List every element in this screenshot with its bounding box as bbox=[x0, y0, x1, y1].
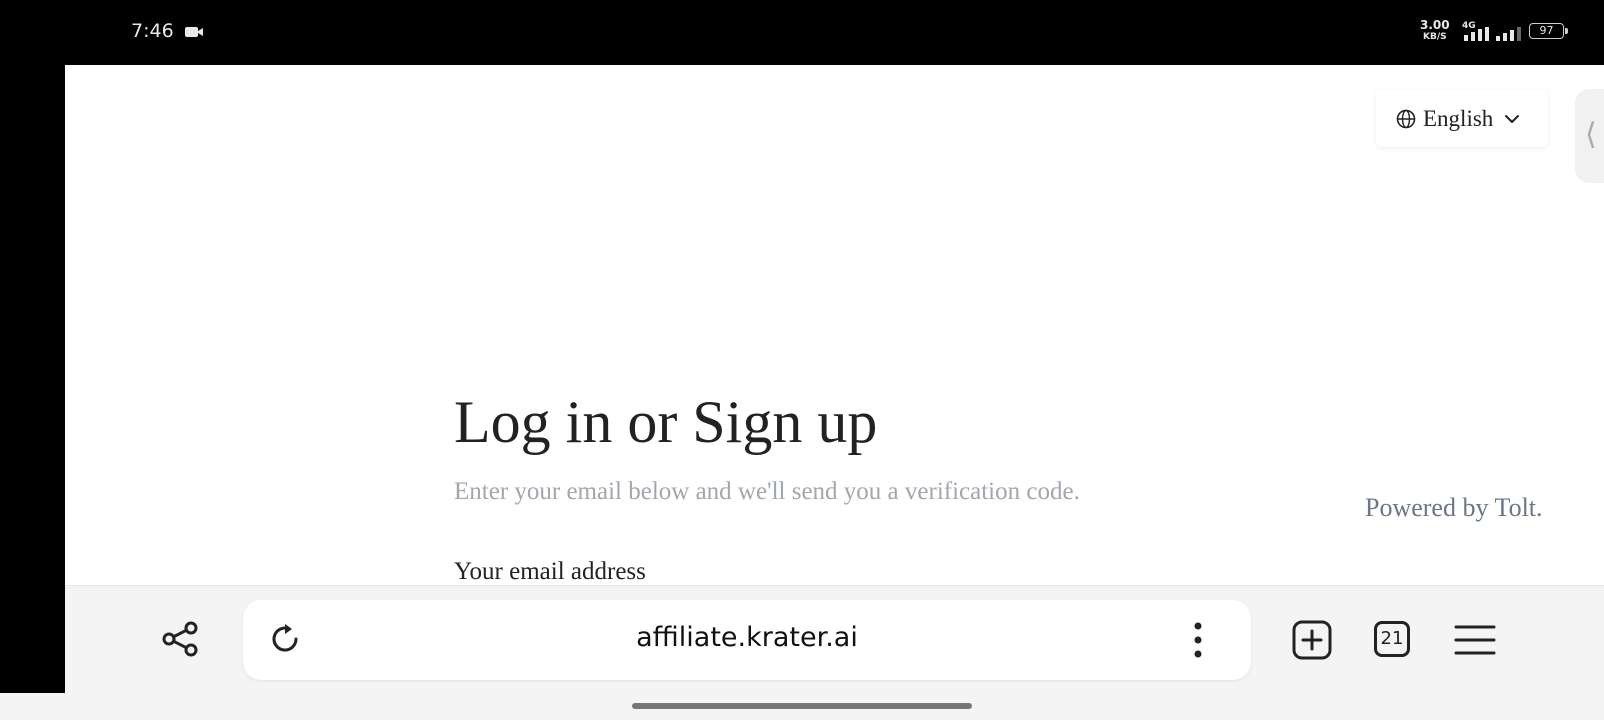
new-tab-icon[interactable] bbox=[1291, 619, 1333, 661]
signal-icon-secondary bbox=[1496, 27, 1521, 41]
network-speed: 3.00 KB/S bbox=[1420, 18, 1450, 42]
side-panel-handle[interactable]: ⟨ bbox=[1575, 89, 1604, 183]
video-camera-icon bbox=[185, 27, 203, 37]
battery-indicator: 97 bbox=[1529, 23, 1568, 39]
web-content: English ⟨ Log in or Sign up Enter your e… bbox=[65, 65, 1604, 585]
signal-icon bbox=[1464, 27, 1489, 41]
home-indicator[interactable] bbox=[632, 703, 972, 709]
network-speed-value: 3.00 bbox=[1420, 18, 1450, 32]
status-bar: 7:46 3.00 KB/S 4G 97 bbox=[0, 0, 1604, 65]
language-selector[interactable]: English bbox=[1376, 90, 1548, 147]
email-field-label: Your email address bbox=[454, 558, 646, 585]
language-label: English bbox=[1423, 105, 1494, 131]
globe-icon bbox=[1396, 109, 1416, 128]
url-text[interactable]: affiliate.krater.ai bbox=[243, 622, 1251, 653]
powered-by-link[interactable]: Powered by Tolt. bbox=[1365, 493, 1543, 523]
browser-toolbar: affiliate.krater.ai 21 bbox=[65, 585, 1604, 693]
share-icon[interactable] bbox=[160, 619, 200, 659]
chevron-down-icon bbox=[1505, 114, 1520, 123]
hamburger-menu-icon[interactable] bbox=[1454, 623, 1496, 657]
page-title: Log in or Sign up bbox=[454, 389, 878, 455]
more-vertical-icon[interactable] bbox=[1183, 620, 1213, 660]
side-handle-icon: ⟨ bbox=[1585, 117, 1597, 152]
tab-switcher-button[interactable]: 21 bbox=[1374, 621, 1410, 657]
page-subtitle: Enter your email below and we'll send yo… bbox=[454, 478, 1080, 505]
network-speed-unit: KB/S bbox=[1423, 32, 1447, 42]
address-bar[interactable]: affiliate.krater.ai bbox=[243, 600, 1251, 680]
status-time: 7:46 bbox=[131, 20, 174, 42]
left-system-bar bbox=[0, 65, 65, 693]
